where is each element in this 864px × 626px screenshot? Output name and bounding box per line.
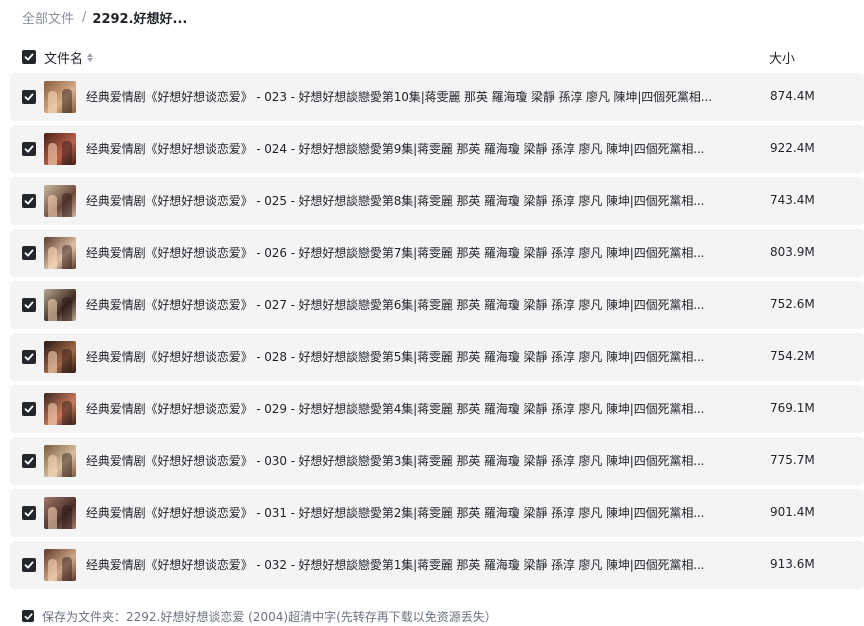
- video-thumbnail: [44, 81, 76, 113]
- video-thumbnail: [44, 341, 76, 373]
- file-size: 913.6M: [770, 557, 815, 571]
- checkmark-icon: [24, 509, 34, 517]
- file-checkbox[interactable]: [22, 246, 36, 260]
- file-row[interactable]: 经典爱情剧《好想好想谈恋爱》 - 025 - 好想好想談戀愛第8集|蒋雯麗 那英…: [10, 177, 864, 225]
- checkmark-icon: [24, 301, 34, 309]
- breadcrumb-current-folder: 2292.好想好...: [92, 11, 188, 27]
- file-size: 874.4M: [770, 89, 815, 103]
- file-name[interactable]: 经典爱情剧《好想好想谈恋爱》 - 026 - 好想好想談戀愛第7集|蒋雯麗 那英…: [86, 244, 746, 261]
- file-name[interactable]: 经典爱情剧《好想好想谈恋爱》 - 029 - 好想好想談戀愛第4集|蒋雯麗 那英…: [86, 400, 746, 417]
- breadcrumb-root-link[interactable]: 全部文件: [22, 8, 74, 27]
- file-row[interactable]: 经典爱情剧《好想好想谈恋爱》 - 032 - 好想好想談戀愛第1集|蒋雯麗 那英…: [10, 541, 864, 589]
- breadcrumb: 全部文件 / 2292.好想好...: [22, 7, 187, 27]
- file-checkbox[interactable]: [22, 506, 36, 520]
- name-column-label: 文件名: [44, 52, 84, 67]
- video-thumbnail: [44, 289, 76, 321]
- file-size: 752.6M: [770, 297, 815, 311]
- video-thumbnail: [44, 133, 76, 165]
- file-checkbox[interactable]: [22, 90, 36, 104]
- file-row[interactable]: 经典爱情剧《好想好想谈恋爱》 - 031 - 好想好想談戀愛第2集|蒋雯麗 那英…: [10, 489, 864, 537]
- file-checkbox[interactable]: [22, 454, 36, 468]
- checkmark-icon: [24, 197, 34, 205]
- file-size: 775.7M: [770, 453, 815, 467]
- file-size: 754.2M: [770, 349, 815, 363]
- file-name[interactable]: 经典爱情剧《好想好想谈恋爱》 - 025 - 好想好想談戀愛第8集|蒋雯麗 那英…: [86, 192, 746, 209]
- file-name[interactable]: 经典爱情剧《好想好想谈恋爱》 - 027 - 好想好想談戀愛第6集|蒋雯麗 那英…: [86, 296, 746, 313]
- save-folder-label: 保存为文件夹：2292.好想好想谈恋爱 (2004)超清中字(先转存再下载以免资…: [42, 609, 497, 624]
- name-column-header[interactable]: 文件名: [44, 48, 94, 67]
- file-size: 803.9M: [770, 245, 815, 259]
- file-name[interactable]: 经典爱情剧《好想好想谈恋爱》 - 028 - 好想好想談戀愛第5集|蒋雯麗 那英…: [86, 348, 746, 365]
- file-name[interactable]: 经典爱情剧《好想好想谈恋爱》 - 031 - 好想好想談戀愛第2集|蒋雯麗 那英…: [86, 504, 746, 521]
- file-name[interactable]: 经典爱情剧《好想好想谈恋爱》 - 032 - 好想好想談戀愛第1集|蒋雯麗 那英…: [86, 556, 746, 573]
- sort-icon[interactable]: [87, 53, 94, 62]
- file-name[interactable]: 经典爱情剧《好想好想谈恋爱》 - 023 - 好想好想談戀愛第10集|蒋雯麗 那…: [86, 88, 746, 105]
- file-row[interactable]: 经典爱情剧《好想好想谈恋爱》 - 023 - 好想好想談戀愛第10集|蒋雯麗 那…: [10, 73, 864, 121]
- size-column-header: 大小: [769, 52, 796, 67]
- file-row[interactable]: 经典爱情剧《好想好想谈恋爱》 - 029 - 好想好想談戀愛第4集|蒋雯麗 那英…: [10, 385, 864, 433]
- video-thumbnail: [44, 237, 76, 269]
- checkmark-icon: [24, 353, 34, 361]
- file-list: 经典爱情剧《好想好想谈恋爱》 - 023 - 好想好想談戀愛第10集|蒋雯麗 那…: [10, 73, 864, 593]
- checkmark-icon: [24, 405, 34, 413]
- file-checkbox[interactable]: [22, 558, 36, 572]
- video-thumbnail: [44, 445, 76, 477]
- file-size: 901.4M: [770, 505, 815, 519]
- file-row[interactable]: 经典爱情剧《好想好想谈恋爱》 - 024 - 好想好想談戀愛第9集|蒋雯麗 那英…: [10, 125, 864, 173]
- file-checkbox[interactable]: [22, 350, 36, 364]
- file-name[interactable]: 经典爱情剧《好想好想谈恋爱》 - 030 - 好想好想談戀愛第3集|蒋雯麗 那英…: [86, 452, 746, 469]
- checkmark-icon: [24, 561, 34, 569]
- select-all-checkbox[interactable]: [22, 50, 36, 64]
- checkmark-icon: [24, 612, 33, 620]
- video-thumbnail: [44, 185, 76, 217]
- file-row[interactable]: 经典爱情剧《好想好想谈恋爱》 - 026 - 好想好想談戀愛第7集|蒋雯麗 那英…: [10, 229, 864, 277]
- file-checkbox[interactable]: [22, 298, 36, 312]
- file-list-header: 文件名 大小: [0, 44, 864, 70]
- file-row[interactable]: 经典爱情剧《好想好想谈恋爱》 - 028 - 好想好想談戀愛第5集|蒋雯麗 那英…: [10, 333, 864, 381]
- video-thumbnail: [44, 549, 76, 581]
- video-thumbnail: [44, 393, 76, 425]
- file-row[interactable]: 经典爱情剧《好想好想谈恋爱》 - 030 - 好想好想談戀愛第3集|蒋雯麗 那英…: [10, 437, 864, 485]
- save-folder-checkbox[interactable]: [22, 610, 34, 622]
- save-folder-option[interactable]: 保存为文件夹：2292.好想好想谈恋爱 (2004)超清中字(先转存再下载以免资…: [22, 606, 864, 626]
- checkmark-icon: [24, 249, 34, 257]
- checkmark-icon: [24, 93, 34, 101]
- file-size: 922.4M: [770, 141, 815, 155]
- checkmark-icon: [24, 53, 34, 61]
- checkmark-icon: [24, 145, 34, 153]
- file-checkbox[interactable]: [22, 142, 36, 156]
- checkmark-icon: [24, 457, 34, 465]
- file-size: 769.1M: [770, 401, 815, 415]
- file-size: 743.4M: [770, 193, 815, 207]
- file-checkbox[interactable]: [22, 194, 36, 208]
- video-thumbnail: [44, 497, 76, 529]
- file-name[interactable]: 经典爱情剧《好想好想谈恋爱》 - 024 - 好想好想談戀愛第9集|蒋雯麗 那英…: [86, 140, 746, 157]
- file-checkbox[interactable]: [22, 402, 36, 416]
- breadcrumb-separator: /: [82, 9, 87, 25]
- file-row[interactable]: 经典爱情剧《好想好想谈恋爱》 - 027 - 好想好想談戀愛第6集|蒋雯麗 那英…: [10, 281, 864, 329]
